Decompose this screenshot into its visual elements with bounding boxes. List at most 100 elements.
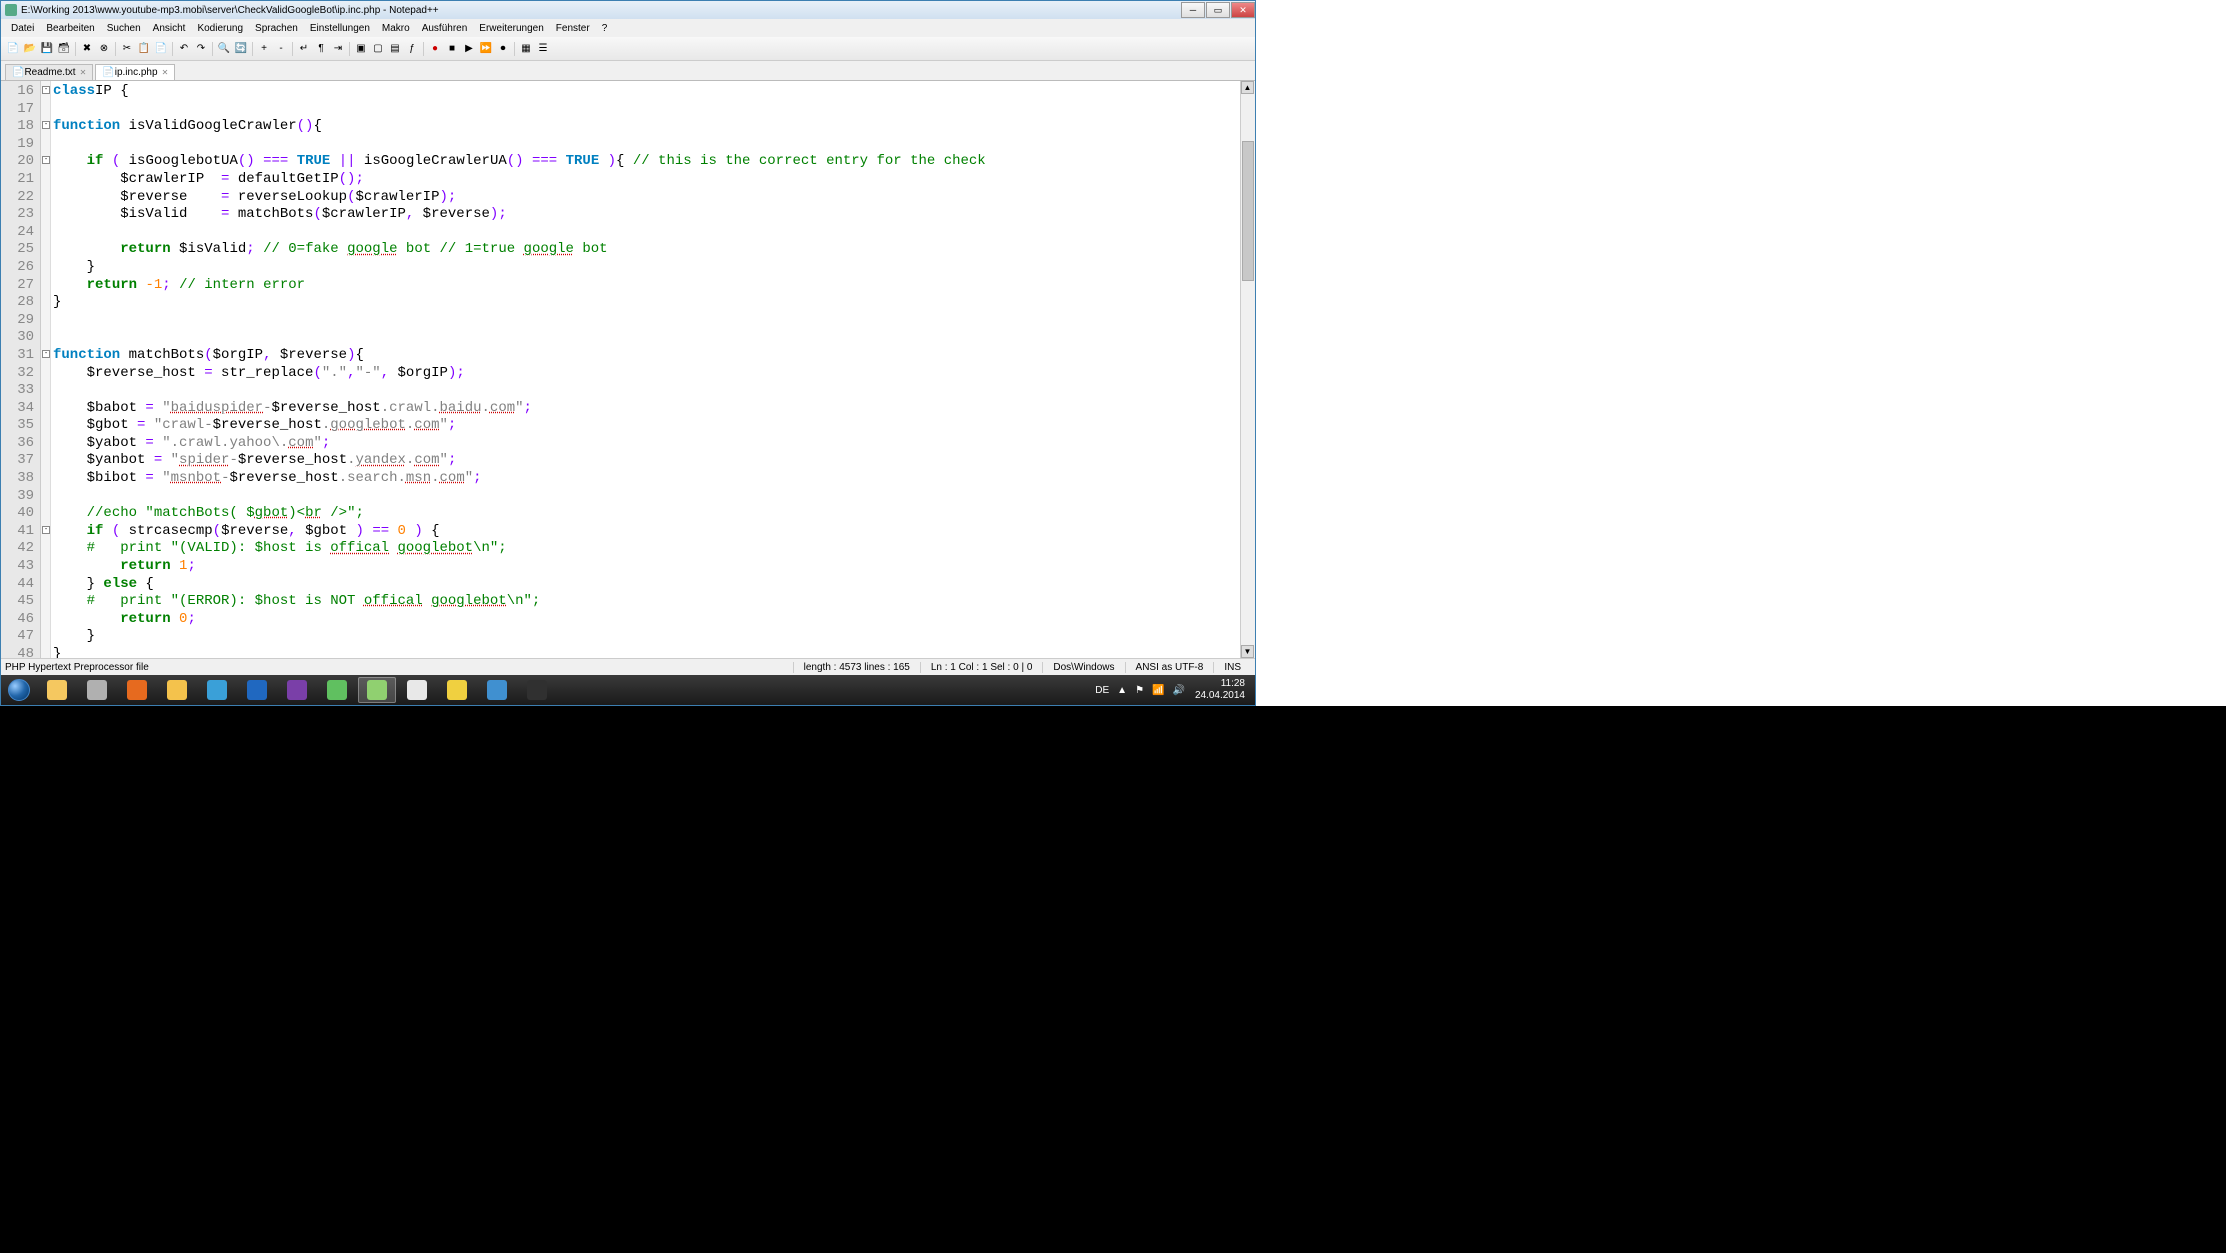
menu-fenster[interactable]: Fenster	[550, 21, 596, 36]
tab-close-icon[interactable]: ✕	[162, 68, 169, 77]
close-button[interactable]: ✕	[1231, 2, 1255, 18]
menu-ansicht[interactable]: Ansicht	[147, 21, 192, 36]
taskbar-app7[interactable]	[478, 677, 516, 703]
line-number[interactable]: 43	[1, 558, 34, 576]
taskbar-steam[interactable]	[518, 677, 556, 703]
cut-icon[interactable]: ✂	[119, 41, 135, 57]
save-icon[interactable]: 💾	[39, 41, 55, 57]
line-number[interactable]: 34	[1, 400, 34, 418]
vertical-scrollbar[interactable]: ▲ ▼	[1240, 81, 1255, 658]
line-number[interactable]: 29	[1, 312, 34, 330]
line-number[interactable]: 38	[1, 470, 34, 488]
line-number[interactable]: 31	[1, 347, 34, 365]
menu-erweiterungen[interactable]: Erweiterungen	[473, 21, 549, 36]
indent-icon[interactable]: ⇥	[330, 41, 346, 57]
fold-toggle-icon[interactable]: -	[42, 526, 50, 534]
taskbar-app1[interactable]	[78, 677, 116, 703]
stop-icon[interactable]: ■	[444, 41, 460, 57]
fold-toggle-icon[interactable]: -	[42, 350, 50, 358]
replace-icon[interactable]: 🔄	[233, 41, 249, 57]
maximize-button[interactable]: ▭	[1206, 2, 1230, 18]
scroll-down-icon[interactable]: ▼	[1241, 645, 1254, 658]
line-number[interactable]: 19	[1, 136, 34, 154]
line-number[interactable]: 24	[1, 224, 34, 242]
taskbar-app2[interactable]	[238, 677, 276, 703]
copy-icon[interactable]: 📋	[136, 41, 152, 57]
scroll-up-icon[interactable]: ▲	[1241, 81, 1254, 94]
line-number[interactable]: 45	[1, 593, 34, 611]
taskbar-notepadpp[interactable]	[358, 677, 396, 703]
taskbar-app4[interactable]	[318, 677, 356, 703]
line-number[interactable]: 23	[1, 206, 34, 224]
close-all-icon[interactable]: ⊗	[96, 41, 112, 57]
redo-icon[interactable]: ↷	[193, 41, 209, 57]
tray-lang[interactable]: DE	[1091, 685, 1113, 696]
line-number[interactable]: 48	[1, 646, 34, 658]
line-number[interactable]: 22	[1, 189, 34, 207]
minimize-button[interactable]: ─	[1181, 2, 1205, 18]
tray-flag-icon[interactable]: ⚑	[1131, 685, 1148, 696]
scroll-thumb[interactable]	[1242, 141, 1254, 281]
zoom-in-icon[interactable]: +	[256, 41, 272, 57]
new-file-icon[interactable]: 📄	[5, 41, 21, 57]
line-number[interactable]: 18	[1, 118, 34, 136]
line-number[interactable]: 44	[1, 576, 34, 594]
func-list-icon[interactable]: ƒ	[404, 41, 420, 57]
taskbar-ie[interactable]	[198, 677, 236, 703]
line-number[interactable]: 20	[1, 153, 34, 171]
line-number[interactable]: 27	[1, 277, 34, 295]
line-number[interactable]: 33	[1, 382, 34, 400]
menu-bearbeiten[interactable]: Bearbeiten	[40, 21, 100, 36]
show-all-icon[interactable]: ¶	[313, 41, 329, 57]
menu-einstellungen[interactable]: Einstellungen	[304, 21, 376, 36]
close-file-icon[interactable]: ✖	[79, 41, 95, 57]
taskbar-app5[interactable]	[398, 677, 436, 703]
line-number[interactable]: 25	[1, 241, 34, 259]
line-number[interactable]: 28	[1, 294, 34, 312]
line-number[interactable]: 39	[1, 488, 34, 506]
doc-map-icon[interactable]: ▤	[387, 41, 403, 57]
menu-sprachen[interactable]: Sprachen	[249, 21, 304, 36]
line-number[interactable]: 37	[1, 452, 34, 470]
code-area[interactable]: classIP {function isValidGoogleCrawler()…	[51, 81, 1240, 658]
record-icon[interactable]: ●	[427, 41, 443, 57]
wrap-icon[interactable]: ↵	[296, 41, 312, 57]
open-file-icon[interactable]: 📂	[22, 41, 38, 57]
menu-kodierung[interactable]: Kodierung	[191, 21, 249, 36]
menu-datei[interactable]: Datei	[5, 21, 40, 36]
tab-close-icon[interactable]: ✕	[80, 68, 87, 77]
line-number[interactable]: 36	[1, 435, 34, 453]
line-number[interactable]: 26	[1, 259, 34, 277]
titlebar[interactable]: E:\Working 2013\www.youtube-mp3.mobi\ser…	[1, 1, 1255, 19]
line-number[interactable]: 35	[1, 417, 34, 435]
paste-icon[interactable]: 📄	[153, 41, 169, 57]
play-multi-icon[interactable]: ⏩	[478, 41, 494, 57]
line-number-gutter[interactable]: 1617181920212223242526272829303132333435…	[1, 81, 41, 658]
line-number[interactable]: 32	[1, 365, 34, 383]
tab-readme-txt[interactable]: 📄 Readme.txt✕	[5, 64, 93, 80]
menu-ausführen[interactable]: Ausführen	[416, 21, 474, 36]
undo-icon[interactable]: ↶	[176, 41, 192, 57]
line-number[interactable]: 30	[1, 329, 34, 347]
plugin1-icon[interactable]: ▦	[518, 41, 534, 57]
save-all-icon[interactable]: 🗃	[56, 41, 72, 57]
menu-?[interactable]: ?	[596, 21, 614, 36]
tray-volume-icon[interactable]: 🔊	[1168, 685, 1188, 696]
unfold-icon[interactable]: ▢	[370, 41, 386, 57]
fold-icon[interactable]: ▣	[353, 41, 369, 57]
taskbar-explorer[interactable]	[38, 677, 76, 703]
fold-toggle-icon[interactable]: -	[42, 121, 50, 129]
tray-clock[interactable]: 11:28 24.04.2014	[1189, 678, 1251, 702]
line-number[interactable]: 16	[1, 83, 34, 101]
play-icon[interactable]: ▶	[461, 41, 477, 57]
fold-column[interactable]: - - - - -	[41, 81, 51, 658]
line-number[interactable]: 17	[1, 101, 34, 119]
line-number[interactable]: 21	[1, 171, 34, 189]
tray-up-icon[interactable]: ▲	[1113, 685, 1131, 696]
fold-toggle-icon[interactable]: -	[42, 86, 50, 94]
line-number[interactable]: 41	[1, 523, 34, 541]
taskbar-app3[interactable]	[278, 677, 316, 703]
plugin2-icon[interactable]: ☰	[535, 41, 551, 57]
fold-toggle-icon[interactable]: -	[42, 156, 50, 164]
line-number[interactable]: 42	[1, 540, 34, 558]
